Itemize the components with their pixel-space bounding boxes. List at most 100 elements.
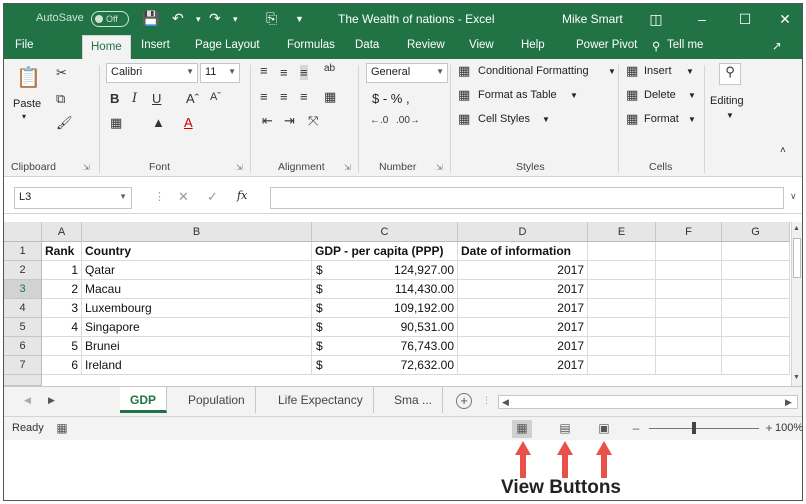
cell-rank[interactable]: 5 — [42, 337, 82, 356]
cell-rank[interactable]: 1 — [42, 261, 82, 280]
cell[interactable] — [722, 356, 790, 375]
insert-function-icon[interactable]: fx — [237, 189, 247, 202]
scroll-down-icon[interactable]: ▼ — [793, 374, 800, 381]
column-header[interactable]: G — [722, 222, 790, 242]
align-right-icon[interactable]: ≡ — [300, 89, 308, 104]
row-header[interactable] — [4, 375, 42, 386]
cell[interactable] — [656, 242, 722, 261]
formula-input[interactable] — [270, 187, 784, 209]
zoom-out-button[interactable]: – — [626, 420, 646, 438]
cell-date[interactable]: 2017 — [458, 280, 588, 299]
redo-dropdown-icon[interactable]: ▾ — [233, 14, 238, 25]
align-left-icon[interactable]: ≡ — [260, 89, 268, 104]
cell-rank[interactable]: 4 — [42, 318, 82, 337]
bold-icon[interactable]: B — [110, 91, 119, 106]
fill-color-icon[interactable]: ▲ — [152, 115, 165, 130]
editing-button[interactable]: Editing — [710, 95, 744, 107]
sheet-tab-gdp[interactable]: GDP — [120, 387, 168, 413]
undo-icon[interactable]: ↶ — [172, 10, 184, 27]
search-icon[interactable]: ⚲ — [719, 63, 741, 85]
row-header[interactable]: 5 — [4, 318, 42, 337]
alignment-launcher-icon[interactable]: ⇲ — [344, 163, 351, 172]
number-launcher-icon[interactable]: ⇲ — [436, 163, 443, 172]
italic-icon[interactable]: I — [132, 91, 137, 106]
zoom-slider[interactable] — [649, 428, 759, 429]
cell[interactable] — [656, 261, 722, 280]
cell-gdp[interactable]: $90,531.00 — [312, 318, 458, 337]
cell-rank[interactable]: 2 — [42, 280, 82, 299]
cell[interactable] — [722, 261, 790, 280]
page-layout-view-button[interactable]: ▤ — [555, 420, 575, 438]
save-icon[interactable]: 💾 — [142, 10, 159, 27]
tab-data[interactable]: Data — [355, 39, 379, 51]
cell-rank[interactable]: 3 — [42, 299, 82, 318]
close-icon[interactable]: ✕ — [770, 8, 800, 30]
column-header[interactable]: D — [458, 222, 588, 242]
clipboard-launcher-icon[interactable]: ⇲ — [83, 163, 90, 172]
cell-styles-button[interactable]: Cell Styles — [478, 113, 530, 125]
font-name-select[interactable]: Calibri ▼ — [106, 63, 198, 83]
increase-decimal-icon[interactable]: ←.0 — [370, 115, 388, 126]
underline-icon[interactable]: U — [152, 91, 161, 106]
scroll-right-icon[interactable]: ▶ — [785, 397, 792, 408]
format-cells-button[interactable]: Format — [644, 113, 679, 125]
name-box[interactable]: L3 ▼ — [14, 187, 132, 209]
cell[interactable] — [656, 356, 722, 375]
cell[interactable] — [588, 280, 656, 299]
cell-country[interactable]: Ireland — [82, 356, 312, 375]
conditional-formatting-button[interactable]: Conditional Formatting — [478, 65, 589, 77]
tab-review[interactable]: Review — [407, 39, 445, 51]
accounting-format-button[interactable]: $ - % , — [372, 91, 410, 106]
format-painter-icon[interactable]: 🖌 — [56, 115, 73, 131]
align-center-icon[interactable]: ≡ — [280, 89, 288, 104]
collapse-ribbon-icon[interactable]: ˄ — [780, 145, 786, 156]
column-header[interactable]: A — [42, 222, 82, 242]
scroll-left-icon[interactable]: ◀ — [502, 397, 509, 408]
cell-gdp[interactable]: $72,632.00 — [312, 356, 458, 375]
redo-icon[interactable]: ↷ — [209, 10, 221, 27]
cell-gdp[interactable]: $76,743.00 — [312, 337, 458, 356]
paste-dropdown-icon[interactable]: ▾ — [22, 112, 26, 121]
font-launcher-icon[interactable]: ⇲ — [236, 163, 243, 172]
cell-header-gdp[interactable]: GDP - per capita (PPP) — [312, 242, 458, 261]
increase-indent-icon[interactable]: ⇥ — [284, 113, 295, 129]
middle-align-icon[interactable]: ≡ — [280, 65, 288, 80]
tab-formulas[interactable]: Formulas — [287, 39, 335, 51]
page-break-preview-button[interactable]: ▣ — [594, 420, 614, 438]
format-as-table-button[interactable]: Format as Table — [478, 89, 557, 101]
cell[interactable] — [722, 280, 790, 299]
tab-file[interactable]: File — [15, 39, 34, 51]
cell-rank[interactable]: 6 — [42, 356, 82, 375]
cell-header-country[interactable]: Country — [82, 242, 312, 261]
tab-page-layout[interactable]: Page Layout — [195, 39, 260, 51]
tab-power-pivot[interactable]: Power Pivot — [576, 39, 637, 51]
autosave-toggle[interactable]: Off — [91, 11, 129, 27]
row-header[interactable]: 4 — [4, 299, 42, 318]
cell-country[interactable]: Macau — [82, 280, 312, 299]
user-name[interactable]: Mike Smart — [562, 12, 623, 26]
minimize-icon[interactable]: – — [687, 8, 717, 30]
merge-center-icon[interactable]: ▦ — [324, 89, 336, 105]
cancel-entry-icon[interactable]: ✕ — [178, 189, 189, 205]
cell-country[interactable]: Qatar — [82, 261, 312, 280]
cell-date[interactable]: 2017 — [458, 318, 588, 337]
undo-dropdown-icon[interactable]: ▾ — [196, 14, 201, 25]
cell[interactable] — [588, 337, 656, 356]
cell-gdp[interactable]: $114,430.00 — [312, 280, 458, 299]
print-preview-icon[interactable]: ⎘ — [266, 10, 277, 27]
column-header[interactable]: F — [656, 222, 722, 242]
font-color-icon[interactable]: A — [184, 115, 193, 130]
cell[interactable] — [588, 356, 656, 375]
previous-sheet-icon[interactable]: ◀ — [24, 395, 31, 406]
cell[interactable] — [656, 337, 722, 356]
paste-button[interactable]: Paste — [13, 98, 41, 110]
share-icon[interactable]: ↗ — [772, 39, 782, 53]
decrease-decimal-icon[interactable]: .00→ — [396, 115, 420, 126]
cell[interactable] — [588, 242, 656, 261]
paste-icon[interactable]: 📋 — [16, 65, 41, 90]
normal-view-button[interactable]: ▦ — [512, 420, 532, 438]
row-header[interactable]: 7 — [4, 356, 42, 375]
bottom-align-icon[interactable]: ≡ — [300, 65, 308, 80]
wrap-text-icon[interactable]: ab — [324, 63, 335, 74]
tab-split-handle[interactable]: ⋮ — [482, 395, 491, 406]
